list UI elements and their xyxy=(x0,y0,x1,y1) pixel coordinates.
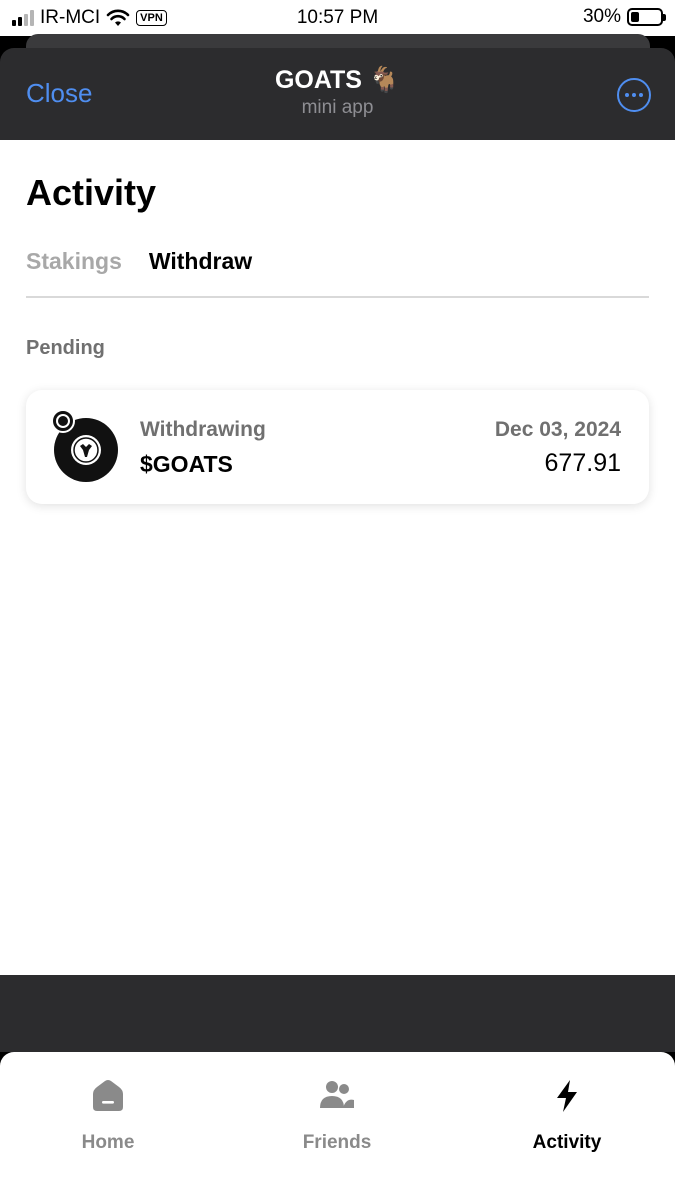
bottom-navigation: Home Friends Activity xyxy=(0,1052,675,1200)
dark-band xyxy=(0,975,675,1052)
nav-label-friends: Friends xyxy=(302,1132,372,1153)
transaction-date: Dec 03, 2024 xyxy=(494,418,621,441)
transaction-amount: 677.91 xyxy=(544,449,621,477)
nav-label-activity: Activity xyxy=(532,1132,602,1153)
more-options-icon[interactable] xyxy=(617,78,651,112)
goats-token-icon xyxy=(51,410,118,482)
section-label-pending: Pending xyxy=(26,337,105,359)
lightning-icon xyxy=(557,1080,577,1112)
battery-percent: 30% xyxy=(582,6,621,27)
transaction-status: Withdrawing xyxy=(140,418,266,441)
tab-withdraw[interactable]: Withdraw xyxy=(149,248,252,275)
mini-app-header: Close GOATS 🐐 mini app xyxy=(0,48,675,140)
nav-item-friends[interactable]: Friends xyxy=(257,1078,417,1154)
header-title-group: GOATS 🐐 mini app xyxy=(0,66,675,119)
activity-tabs: Stakings Withdraw xyxy=(26,248,252,275)
page-title: Activity xyxy=(26,172,157,213)
friends-icon xyxy=(320,1081,354,1108)
nav-item-activity[interactable]: Activity xyxy=(487,1078,647,1154)
activity-page: Activity Stakings Withdraw Pending Withd… xyxy=(0,140,675,975)
tab-stakings[interactable]: Stakings xyxy=(26,248,122,275)
app-title: GOATS 🐐 xyxy=(274,66,401,94)
tab-divider xyxy=(26,296,649,298)
nav-item-home[interactable]: Home xyxy=(28,1078,188,1154)
app-subtitle: mini app xyxy=(301,97,374,118)
home-icon xyxy=(93,1080,123,1111)
status-right: 30% xyxy=(582,6,666,28)
transaction-card[interactable]: Withdrawing $GOATS Dec 03, 2024 677.91 xyxy=(26,390,649,504)
nav-label-home: Home xyxy=(81,1132,135,1153)
status-time: 10:57 PM xyxy=(296,7,379,28)
battery-fill xyxy=(631,12,640,22)
transaction-token: $GOATS xyxy=(140,451,233,477)
battery-icon xyxy=(627,8,666,26)
status-bar: IR-MCI VPN 10:57 PM 30% xyxy=(0,0,675,36)
